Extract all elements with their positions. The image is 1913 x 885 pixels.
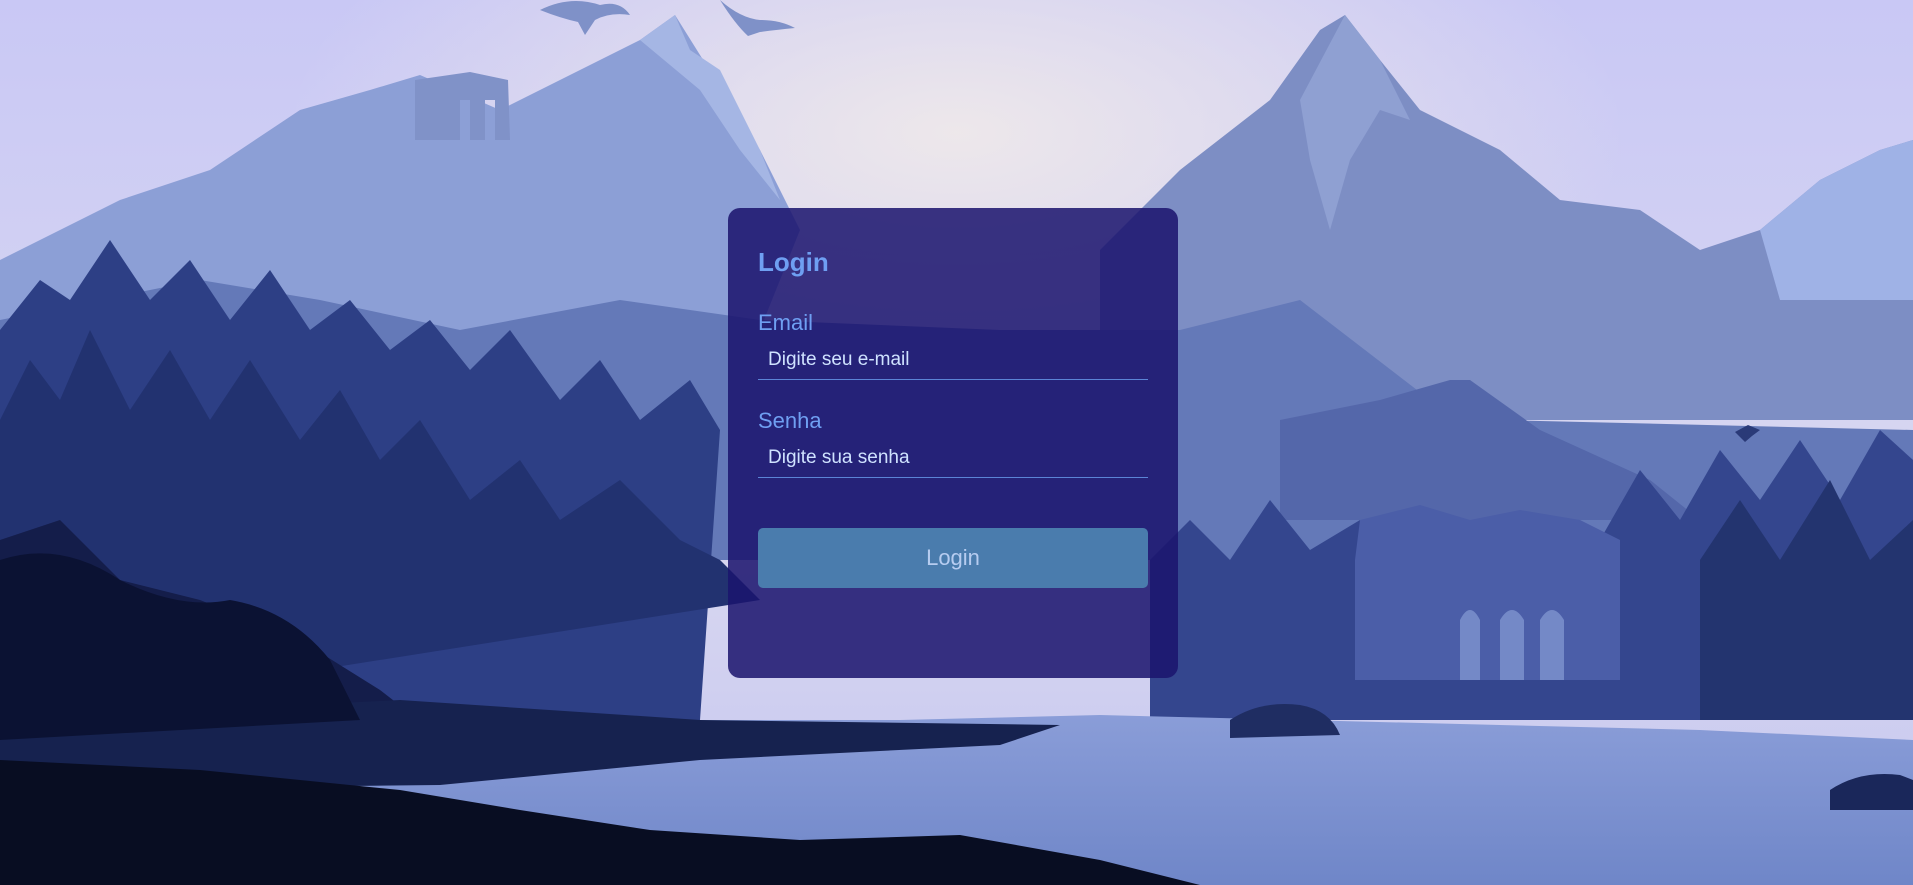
login-button[interactable]: Login — [758, 528, 1148, 589]
login-card: Login Email Senha Login — [728, 208, 1178, 678]
password-label: Senha — [758, 408, 822, 434]
login-title: Login — [758, 247, 829, 277]
password-input[interactable] — [758, 443, 1148, 479]
email-label: Email — [758, 309, 814, 335]
email-input[interactable] — [758, 345, 1148, 381]
